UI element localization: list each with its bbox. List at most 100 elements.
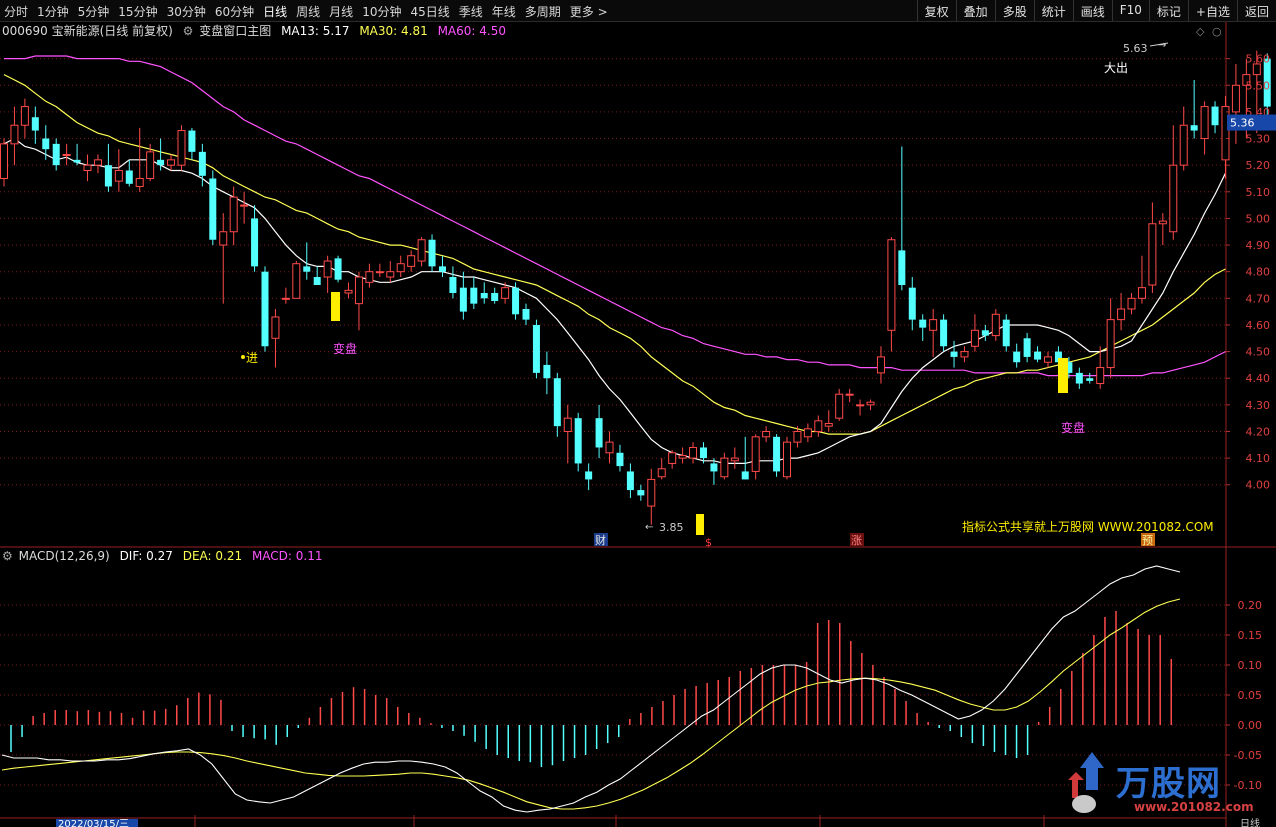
- candle: [960, 346, 969, 363]
- stock-chart[interactable]: 5.605.505.405.305.205.105.004.904.804.70…: [0, 0, 1276, 827]
- candle-body: [52, 143, 60, 166]
- candle-body: [773, 436, 781, 472]
- candle: [344, 282, 353, 299]
- candle-body: [313, 277, 321, 286]
- current-price-label: 5.36: [1230, 117, 1255, 130]
- candle: [52, 138, 60, 171]
- candle-body: [125, 170, 133, 184]
- candle-body: [1127, 297, 1136, 310]
- candle: [386, 261, 395, 283]
- candle: [251, 205, 259, 272]
- dachu-label: 大出: [1104, 61, 1128, 75]
- candle-body: [1106, 319, 1115, 369]
- low-value-label: 3.85: [659, 521, 684, 534]
- candle-body: [668, 452, 677, 464]
- candle-body: [281, 297, 290, 300]
- candle: [1137, 255, 1146, 304]
- candle: [62, 143, 71, 166]
- candle: [981, 324, 989, 341]
- candle: [908, 277, 916, 331]
- candle-body: [532, 324, 540, 373]
- ma30-line: [3, 74, 1226, 435]
- candle: [710, 458, 718, 485]
- candle-body: [251, 218, 259, 267]
- candle: [1044, 351, 1052, 368]
- dif-line: [1, 565, 1181, 813]
- macd-tick-label: 0.20: [1238, 599, 1263, 612]
- price-tick-label: 5.60: [1246, 53, 1271, 66]
- candle: [1221, 95, 1230, 179]
- dea-line: [1, 598, 1181, 810]
- bianpan-marker-2: [1058, 358, 1068, 393]
- candle-body: [908, 287, 916, 320]
- candle-body: [845, 393, 854, 396]
- candle-body: [720, 457, 729, 478]
- candle: [261, 266, 269, 352]
- candle-body: [689, 446, 698, 459]
- price-tick-label: 4.20: [1246, 425, 1271, 438]
- candle: [876, 346, 885, 384]
- candle-body: [177, 130, 186, 166]
- candle: [637, 484, 645, 501]
- candle-body: [219, 231, 228, 246]
- candle: [470, 277, 478, 309]
- candle-body: [470, 287, 478, 304]
- candle-body: [574, 418, 582, 464]
- candle-body: [803, 428, 812, 438]
- candle-body: [167, 159, 176, 166]
- yu-badge: 预: [1142, 534, 1153, 547]
- candle: [167, 154, 176, 171]
- candle: [459, 271, 467, 320]
- candle: [1013, 343, 1021, 368]
- macd-tick-label: 0.00: [1238, 719, 1263, 732]
- candle: [970, 314, 979, 352]
- candle-body: [991, 313, 1000, 337]
- candle-body: [657, 468, 666, 478]
- jin-dot: [241, 355, 245, 359]
- candle-body: [512, 287, 520, 315]
- candle-body: [323, 260, 332, 278]
- candle-body: [699, 447, 707, 459]
- candle-body: [42, 138, 50, 150]
- candle-body: [114, 169, 123, 182]
- price-tick-label: 4.50: [1246, 346, 1271, 359]
- candle: [626, 463, 634, 499]
- price-tick-label: 4.40: [1246, 372, 1271, 385]
- candle: [93, 154, 102, 174]
- candle: [375, 263, 384, 278]
- candle-body: [386, 271, 395, 278]
- candle: [1190, 79, 1198, 139]
- candle-body: [563, 417, 572, 432]
- price-tick-label: 4.10: [1246, 452, 1271, 465]
- candle: [751, 434, 760, 480]
- candle-body: [188, 130, 196, 152]
- candle-body: [1086, 378, 1094, 381]
- candle: [354, 271, 363, 331]
- candle-body: [595, 418, 603, 448]
- candle-body: [835, 393, 844, 419]
- candle-body: [1034, 351, 1042, 360]
- candle-body: [970, 329, 979, 347]
- candle: [0, 138, 8, 187]
- candle: [605, 431, 614, 464]
- ma60-line: [4, 55, 1226, 377]
- candle-body: [1169, 164, 1178, 233]
- candle: [1200, 101, 1209, 155]
- candle-body: [887, 239, 896, 331]
- candle: [114, 149, 123, 192]
- candle: [1231, 63, 1240, 144]
- yellow-marker-low: [696, 514, 704, 535]
- candle: [1148, 202, 1157, 293]
- low-arrow-icon: ←: [645, 522, 653, 533]
- candle: [647, 468, 656, 525]
- candle-body: [104, 165, 112, 187]
- candle-body: [344, 289, 353, 294]
- candle: [125, 159, 133, 187]
- candle-body: [396, 263, 405, 273]
- candle: [73, 143, 81, 166]
- candle-body: [647, 478, 656, 507]
- candle: [334, 255, 342, 283]
- price-tick-label: 4.30: [1246, 399, 1271, 412]
- candle: [209, 170, 217, 246]
- candle-body: [501, 287, 510, 299]
